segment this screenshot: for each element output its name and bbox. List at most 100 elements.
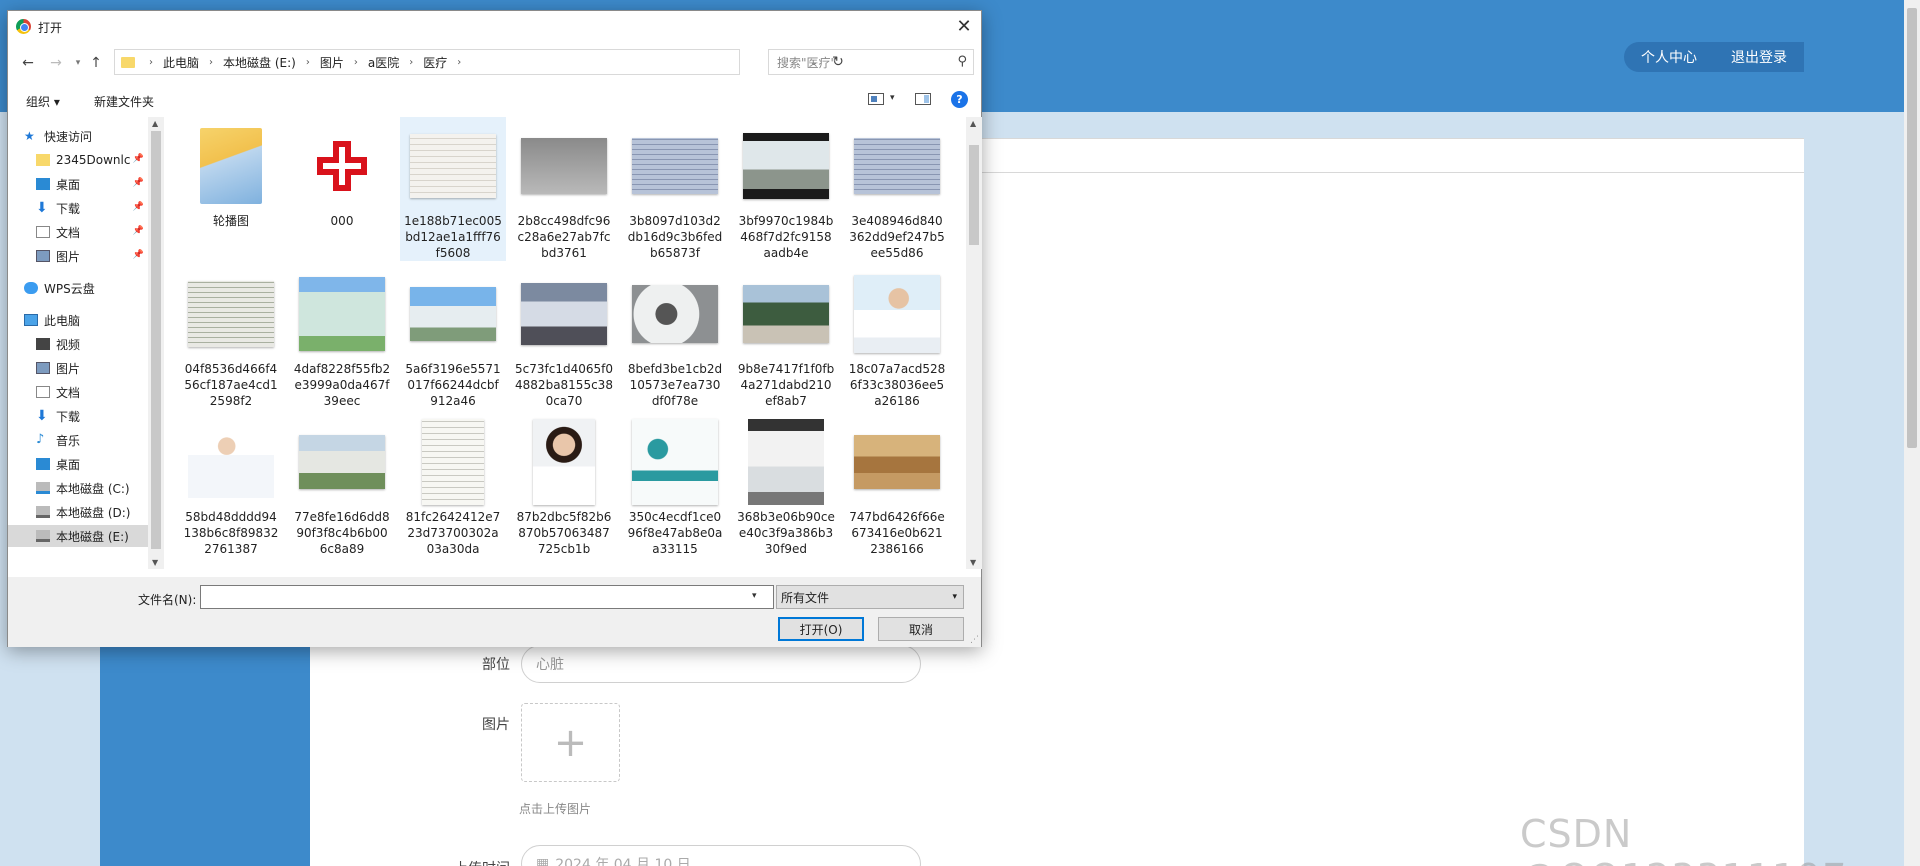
dialog-toolbar: 组织 ▾ 新建文件夹 ▾ ? — [8, 89, 981, 115]
file-item[interactable]: 3b8097d103d2db16d9c3b6fedb65873f — [622, 117, 728, 261]
close-icon: ✕ — [956, 15, 972, 37]
breadcrumb-medical[interactable]: 医疗 — [423, 54, 447, 71]
scrollbar-thumb[interactable] — [969, 145, 979, 245]
nav-item[interactable]: 视频 — [8, 333, 148, 355]
nav-item[interactable]: ⬇ 下载 — [8, 405, 148, 427]
nav-item[interactable]: 文档 📌 — [8, 221, 148, 243]
part-input[interactable]: 心脏 — [521, 645, 921, 683]
file-item[interactable]: 8befd3be1cb2d10573e7ea730df0f78e — [622, 259, 728, 409]
view-mode-icon[interactable] — [868, 93, 884, 105]
nav-item[interactable]: 此电脑 — [8, 309, 148, 331]
chevron-down-icon[interactable]: ▾ — [752, 591, 757, 601]
file-thumbnail — [852, 417, 942, 507]
nav-item[interactable]: 图片 — [8, 357, 148, 379]
folder-item[interactable]: 轮播图 — [178, 117, 284, 261]
file-item[interactable]: 87b2dbc5f82b6870b57063487725cb1b — [511, 407, 617, 557]
breadcrumb-this-pc[interactable]: 此电脑 — [163, 54, 199, 71]
preview-pane-icon[interactable] — [915, 93, 931, 105]
picture-icon — [36, 362, 50, 374]
new-folder-button[interactable]: 新建文件夹 — [94, 93, 154, 110]
chevron-down-icon[interactable]: ▾ — [890, 93, 895, 103]
breadcrumb-pictures[interactable]: 图片 — [320, 54, 344, 71]
forward-button[interactable]: → — [48, 55, 64, 71]
file-item[interactable]: 3e408946d840362dd9ef247b5ee55d86 — [844, 117, 950, 261]
file-item[interactable]: 3bf9970c1984b468f7d2fc9158aadb4e — [733, 117, 839, 261]
file-name: 77e8fe16d6dd890f3f8c4b6b006c8a89 — [294, 510, 390, 556]
page-scrollbar[interactable] — [1904, 0, 1920, 866]
file-item[interactable]: 1e188b71ec005bd12ae1a1fff76f5608 — [400, 117, 506, 261]
file-item[interactable]: 368b3e06b90cee40c3f9a386b330f9ed — [733, 407, 839, 557]
filename-label: 文件名(N): — [138, 593, 197, 607]
scroll-down-icon[interactable]: ▼ — [970, 558, 976, 567]
filename-input[interactable] — [200, 585, 774, 609]
nav-item[interactable]: 本地磁盘 (D:) — [8, 501, 148, 523]
arrow-left-icon: ← — [22, 55, 34, 71]
chevron-right-icon: › — [457, 56, 462, 68]
breadcrumb-hospital[interactable]: a医院 — [368, 54, 399, 71]
nav-item[interactable]: ★ 快速访问 — [8, 125, 148, 147]
file-name: 350c4ecdf1ce096f8e47ab8e0aa33115 — [627, 510, 723, 556]
recent-locations-button[interactable]: ▾ — [70, 55, 86, 71]
image-upload-box[interactable]: + — [521, 703, 620, 782]
file-item[interactable]: 58bd48dddd94138b6c8f898322761387 — [178, 407, 284, 557]
file-item[interactable]: 18c07a7acd5286f33c38036ee5a26186 — [844, 259, 950, 409]
profile-link[interactable]: 个人中心 — [1641, 47, 1697, 67]
nav-item[interactable]: 桌面 📌 — [8, 173, 148, 195]
logout-link[interactable]: 退出登录 — [1731, 47, 1787, 67]
nav-item[interactable]: ♪ 音乐 — [8, 429, 148, 451]
dialog-titlebar[interactable]: 打开 ✕ — [8, 11, 981, 41]
file-item[interactable]: 000 — [289, 117, 395, 261]
breadcrumb-drive-e[interactable]: 本地磁盘 (E:) — [223, 54, 296, 71]
up-button[interactable]: ↑ — [88, 55, 104, 71]
nav-item[interactable]: 图片 📌 — [8, 245, 148, 267]
file-grid-scrollbar[interactable]: ▲ ▼ — [966, 117, 982, 569]
file-item[interactable]: 2b8cc498dfc96c28a6e27ab7fcbd3761 — [511, 117, 617, 261]
file-item[interactable]: 350c4ecdf1ce096f8e47ab8e0aa33115 — [622, 407, 728, 557]
nav-item[interactable]: 桌面 — [8, 453, 148, 475]
upload-hint: 点击上传图片 — [519, 802, 592, 816]
back-button[interactable]: ← — [20, 55, 36, 71]
file-item[interactable]: 4daf8228f55fb2e3999a0da467f39eec — [289, 259, 395, 409]
page-scrollbar-thumb[interactable] — [1907, 8, 1917, 448]
download-icon: ⬇ — [36, 408, 48, 424]
address-bar[interactable]: › 此电脑 › 本地磁盘 (E:) › 图片 › a医院 › 医疗 › ⌄ ↻ — [114, 49, 844, 75]
file-item[interactable]: 04f8536d466f456cf187ae4cd12598f2 — [178, 259, 284, 409]
organize-menu[interactable]: 组织 ▾ — [26, 93, 60, 110]
file-item[interactable]: 5a6f3196e5571017f66244dcbf912a46 — [400, 259, 506, 409]
open-button[interactable]: 打开(O) — [778, 617, 864, 641]
scroll-down-icon[interactable]: ▼ — [152, 558, 158, 567]
cancel-button[interactable]: 取消 — [878, 617, 964, 641]
nav-item[interactable]: 2345Downlc 📌 — [8, 149, 148, 171]
resize-grip-icon[interactable]: ⋰ — [970, 635, 979, 645]
picture-icon — [36, 250, 50, 262]
scrollbar-thumb[interactable] — [151, 131, 161, 549]
file-name: 3bf9970c1984b468f7d2fc9158aadb4e — [738, 214, 834, 260]
file-item[interactable]: 81fc2642412e723d73700302a03a30da — [400, 407, 506, 557]
nav-item[interactable]: WPS云盘 — [8, 277, 148, 299]
file-item[interactable]: 5c73fc1d4065f04882ba8155c380ca70 — [511, 259, 617, 409]
file-item[interactable]: 747bd6426f66e673416e0b6212386166 — [844, 407, 950, 557]
file-item[interactable]: 77e8fe16d6dd890f3f8c4b6b006c8a89 — [289, 407, 395, 557]
navigation-pane-scrollbar[interactable]: ▲ ▼ — [148, 117, 164, 569]
close-button[interactable]: ✕ — [951, 15, 977, 37]
nav-item[interactable]: 本地磁盘 (E:) — [8, 525, 148, 547]
scroll-up-icon[interactable]: ▲ — [970, 119, 976, 128]
file-name: 9b8e7417f1f0fb4a271dabd210ef8ab7 — [737, 362, 835, 408]
scroll-up-icon[interactable]: ▲ — [152, 119, 158, 128]
file-thumbnail — [519, 269, 609, 359]
star-icon: ★ — [24, 129, 35, 143]
filetype-select[interactable]: 所有文件 ▾ — [776, 585, 964, 609]
nav-item[interactable]: 本地磁盘 (C:) — [8, 477, 148, 499]
file-name: 2b8cc498dfc96c28a6e27ab7fcbd3761 — [517, 214, 611, 260]
nav-item-label: 本地磁盘 (D:) — [56, 505, 131, 520]
search-input[interactable]: 搜索"医疗" ⚲ — [768, 49, 974, 75]
nav-item[interactable]: 文档 — [8, 381, 148, 403]
dialog-footer: 文件名(N): ▾ 所有文件 ▾ 打开(O) 取消 ⋰ — [8, 577, 981, 647]
nav-item-label: 文档 — [56, 385, 81, 400]
file-item[interactable]: 9b8e7417f1f0fb4a271dabd210ef8ab7 — [733, 259, 839, 409]
dialog-title: 打开 — [38, 21, 63, 35]
chevron-right-icon: › — [409, 56, 414, 68]
help-icon[interactable]: ? — [951, 91, 968, 108]
nav-item[interactable]: ⬇ 下载 📌 — [8, 197, 148, 219]
upload-time-input[interactable]: ▦ 2024 年 04 月 10 日 — [521, 845, 921, 866]
